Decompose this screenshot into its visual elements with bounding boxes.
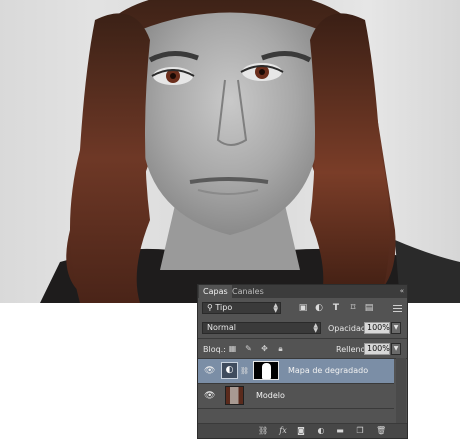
layer-mask-thumbnail[interactable] [253,361,279,380]
layer-name[interactable]: Modelo [256,391,285,400]
photo-canvas [0,0,460,303]
portrait-image [40,0,460,303]
divider [198,338,407,339]
adjustment-layer-icon: ◐ [221,362,238,379]
fx-icon[interactable]: fx [278,426,288,436]
lock-move-icon[interactable]: ✥ [260,344,269,353]
layer-row-gradient-map[interactable]: 👁︎ ◐ ⛓︎ Mapa de degradado [198,359,394,383]
new-layer-icon[interactable]: ❐ [355,426,365,436]
type-filter-icon[interactable]: T [331,303,341,313]
opacity-input[interactable]: 100% [364,322,390,334]
trash-icon[interactable]: 🗑︎ [376,426,386,436]
panel-footer: ⛓︎ fx ◙ ◐ ▬ ❐ 🗑︎ [198,423,407,438]
visibility-eye-icon[interactable]: 👁︎ [204,366,215,376]
blend-mode-select[interactable]: Normal ▲ ▼ [202,322,321,334]
layer-thumbnail[interactable] [225,386,244,405]
layers-scrollbar[interactable] [396,358,406,428]
opacity-dropdown-icon[interactable]: ▼ [391,322,401,334]
mask-icon[interactable]: ◙ [296,426,306,436]
tab-channels[interactable]: Canales [228,285,268,298]
panel-tab-bar: Capas Canales « [198,285,407,298]
select-arrows-icon: ▲ ▼ [313,322,318,334]
lock-transparent-icon[interactable]: ▦ [228,344,237,353]
filter-kind-select[interactable]: ⚲ Tipo ▲ ▼ [202,302,281,314]
new-group-icon[interactable]: ▬ [335,426,345,436]
blend-mode-value: Normal [207,323,236,332]
chain-link-icon: ⛓︎ [240,367,249,375]
image-filter-icon[interactable]: ▣ [298,303,308,313]
select-arrows-icon: ▲ ▼ [273,302,278,314]
tab-layers[interactable]: Capas [199,285,232,298]
divider [198,408,394,409]
fill-dropdown-icon[interactable]: ▼ [391,343,401,355]
panel-menu-icon[interactable] [393,303,402,314]
search-icon: ⚲ [207,303,213,312]
lock-paint-icon[interactable]: ✎ [244,344,253,353]
opacity-label: Opacidad: [328,324,369,333]
smart-object-filter-icon[interactable]: ▤ [364,303,374,313]
collapse-icon[interactable]: « [400,287,404,295]
lock-all-icon[interactable]: 🔒︎ [276,344,285,353]
layer-row-modelo[interactable]: 👁︎ Modelo [198,384,394,408]
shape-filter-icon[interactable]: ⌑ [348,303,358,313]
fill-input[interactable]: 100% [364,343,390,355]
visibility-eye-icon[interactable]: 👁︎ [204,391,215,401]
layers-panel: Capas Canales « ⚲ Tipo ▲ ▼ ▣ ◐ T ⌑ ▤ Norm… [197,284,408,439]
adjustment-filter-icon[interactable]: ◐ [314,303,324,313]
new-adjustment-icon[interactable]: ◐ [316,426,326,436]
lock-label: Bloq.: [203,345,226,354]
filter-kind-label: Tipo [215,303,233,312]
link-icon[interactable]: ⛓︎ [258,426,268,436]
layer-name[interactable]: Mapa de degradado [288,366,368,375]
